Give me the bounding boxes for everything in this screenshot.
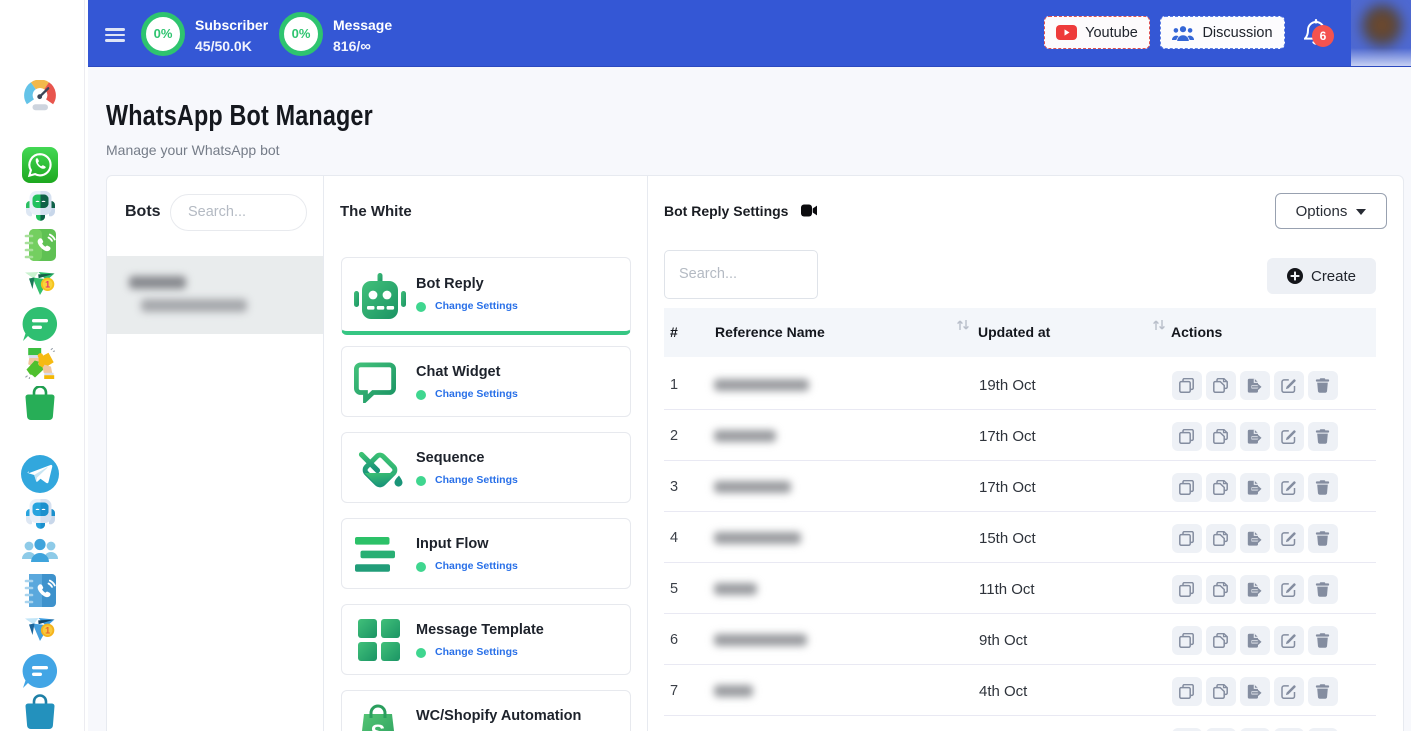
svg-text:S: S [371,720,386,731]
svg-text:1: 1 [45,280,50,290]
svg-text:1: 1 [45,626,50,636]
